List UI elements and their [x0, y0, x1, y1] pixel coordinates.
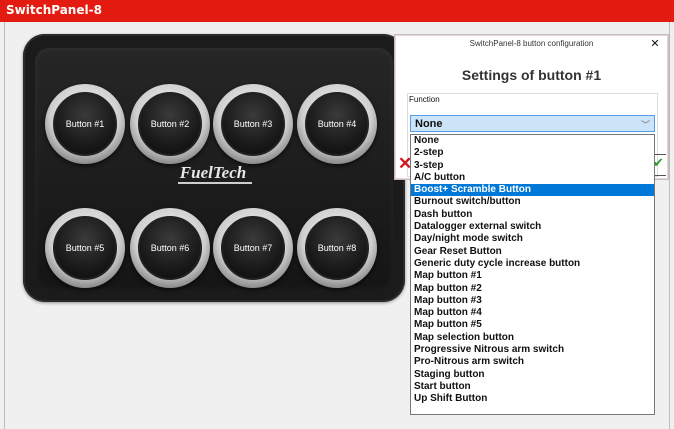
panel-button-4[interactable]: Button #4: [297, 84, 377, 164]
panel-button-label: Button #3: [233, 119, 273, 129]
dropdown-option[interactable]: Progressive Nitrous arm switch: [411, 344, 654, 356]
dropdown-option[interactable]: Map button #4: [411, 307, 654, 319]
logo-underline: [178, 182, 252, 184]
dropdown-option[interactable]: Up Shift Button: [411, 393, 654, 405]
dropdown-option[interactable]: Generic duty cycle increase button: [411, 258, 654, 270]
close-icon[interactable]: ✕: [648, 37, 662, 51]
chevron-down-icon: ﹀: [640, 120, 650, 130]
dropdown-option[interactable]: Map button #1: [411, 270, 654, 282]
panel-button-label: Button #8: [317, 243, 357, 253]
dropdown-option[interactable]: 2-step: [411, 147, 654, 159]
dropdown-option[interactable]: Map button #5: [411, 319, 654, 331]
dropdown-option[interactable]: 3-step: [411, 160, 654, 172]
panel-button-2[interactable]: Button #2: [130, 84, 210, 164]
panel-button-label: Button #7: [233, 243, 273, 253]
panel-button-1[interactable]: Button #1: [45, 84, 125, 164]
dropdown-option[interactable]: None: [411, 135, 654, 147]
panel-button-label: Button #6: [150, 243, 190, 253]
function-select[interactable]: None ﹀: [410, 115, 655, 132]
function-label: Function: [409, 95, 440, 104]
dropdown-option[interactable]: Pro-Nitrous arm switch: [411, 356, 654, 368]
dropdown-option[interactable]: Gear Reset Button: [411, 246, 654, 258]
dropdown-option[interactable]: Dash button: [411, 209, 654, 221]
panel-button-label: Button #2: [150, 119, 190, 129]
panel-button-5[interactable]: Button #5: [45, 208, 125, 288]
panel-button-8[interactable]: Button #8: [297, 208, 377, 288]
panel-button-label: Button #5: [65, 243, 105, 253]
dropdown-option[interactable]: Datalogger external switch: [411, 221, 654, 233]
app-titlebar: SwitchPanel-8: [0, 0, 674, 22]
dropdown-option[interactable]: Map selection button: [411, 332, 654, 344]
dropdown-option-highlighted[interactable]: Boost+ Scramble Button: [411, 184, 654, 197]
panel-button-label: Button #1: [65, 119, 105, 129]
dropdown-option[interactable]: Burnout switch/button: [411, 196, 654, 208]
dropdown-option[interactable]: Map button #3: [411, 295, 654, 307]
dropdown-option[interactable]: Start button: [411, 381, 654, 393]
dropdown-option[interactable]: Staging button: [411, 369, 654, 381]
panel-button-6[interactable]: Button #6: [130, 208, 210, 288]
dropdown-option[interactable]: Map button #2: [411, 283, 654, 295]
panel-button-label: Button #4: [317, 119, 357, 129]
function-select-value: None: [415, 118, 443, 130]
fueltech-logo: FuelTech: [179, 163, 247, 182]
dropdown-option[interactable]: Day/night mode switch: [411, 233, 654, 245]
function-dropdown-list[interactable]: None 2-step 3-step A/C button Boost+ Scr…: [410, 134, 655, 415]
dropdown-option[interactable]: A/C button: [411, 172, 654, 184]
panel-button-7[interactable]: Button #7: [213, 208, 293, 288]
panel-button-3[interactable]: Button #3: [213, 84, 293, 164]
dialog-title: SwitchPanel-8 button configuration: [469, 39, 594, 48]
dialog-heading: Settings of button #1: [461, 67, 602, 83]
app-title: SwitchPanel-8: [6, 3, 102, 17]
